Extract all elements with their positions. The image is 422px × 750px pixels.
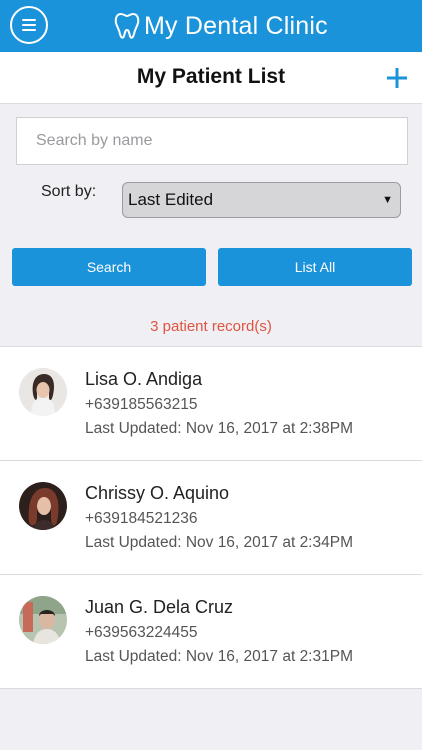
- patient-last-updated: Last Updated: Nov 16, 2017 at 2:31PM: [85, 648, 353, 665]
- patient-last-updated: Last Updated: Nov 16, 2017 at 2:38PM: [85, 420, 353, 437]
- avatar: [19, 482, 67, 530]
- sort-select[interactable]: Last Edited ▼: [122, 182, 401, 218]
- list-item[interactable]: Lisa O. Andiga +639185563215 Last Update…: [0, 347, 422, 461]
- record-count: 3 patient record(s): [150, 318, 272, 335]
- patient-list: Lisa O. Andiga +639185563215 Last Update…: [0, 346, 422, 689]
- tooth-icon: [114, 12, 140, 39]
- app-title: My Dental Clinic: [144, 11, 328, 40]
- app-header: My Dental Clinic: [0, 0, 422, 52]
- dropdown-caret-icon: ▼: [382, 194, 393, 206]
- avatar: [19, 596, 67, 644]
- brand-logo: My Dental Clinic: [114, 10, 328, 42]
- sort-selected-value: Last Edited: [128, 190, 214, 209]
- patient-phone: +639563224455: [85, 624, 198, 641]
- patient-phone: +639184521236: [85, 510, 198, 527]
- list-all-button[interactable]: List All: [218, 248, 412, 286]
- search-button[interactable]: Search: [12, 248, 206, 286]
- patient-name: Lisa O. Andiga: [85, 369, 203, 389]
- patient-phone: +639185563215: [85, 396, 198, 413]
- list-item[interactable]: Chrissy O. Aquino +639184521236 Last Upd…: [0, 461, 422, 575]
- title-bar: My Patient List: [0, 52, 422, 104]
- add-patient-button[interactable]: [384, 64, 410, 92]
- patient-name: Juan G. Dela Cruz: [85, 597, 234, 617]
- patient-last-updated: Last Updated: Nov 16, 2017 at 2:34PM: [85, 534, 353, 551]
- patient-name: Chrissy O. Aquino: [85, 483, 230, 503]
- page-title: My Patient List: [136, 65, 286, 88]
- hamburger-icon: [22, 19, 36, 31]
- menu-button[interactable]: [10, 6, 48, 44]
- search-input[interactable]: [16, 117, 408, 165]
- list-item[interactable]: Juan G. Dela Cruz +639563224455 Last Upd…: [0, 575, 422, 689]
- plus-icon: [387, 68, 407, 88]
- sort-label: Sort by:: [41, 183, 97, 200]
- avatar: [19, 368, 67, 416]
